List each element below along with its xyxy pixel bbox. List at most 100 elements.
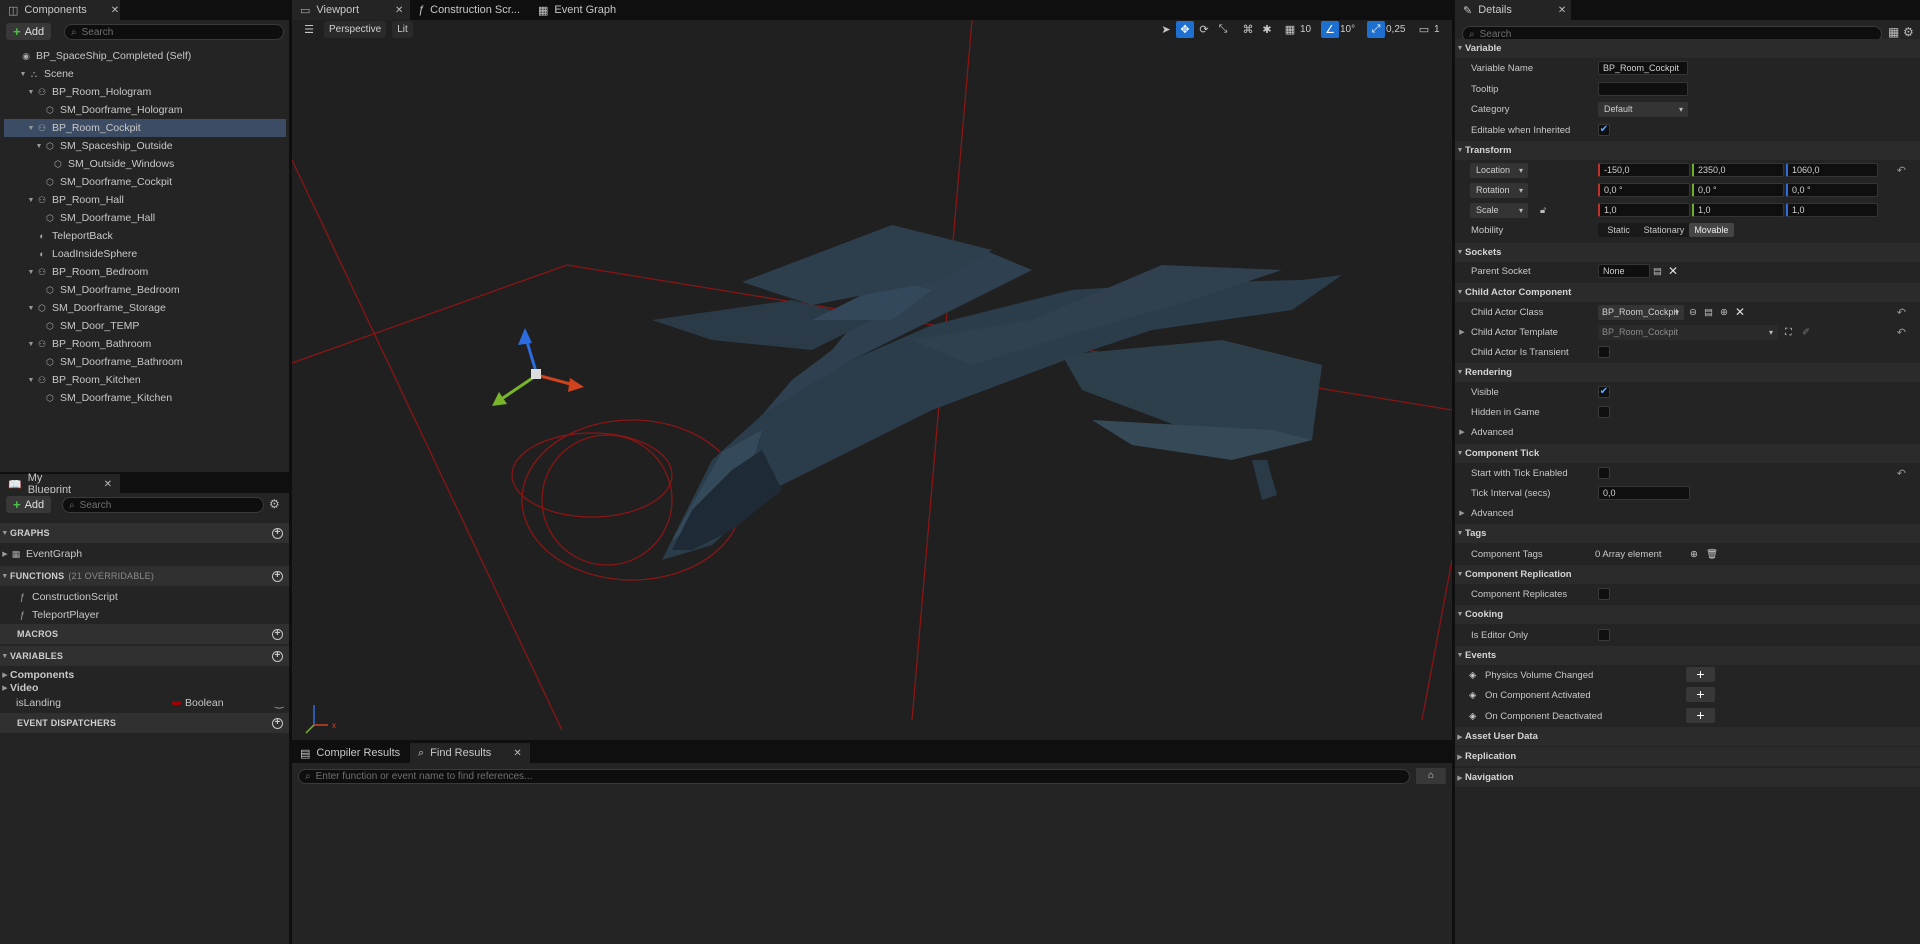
blueprint-search-input[interactable]: ⌕ Search <box>62 497 264 513</box>
scale-snap-value[interactable]: 0,25 <box>1386 24 1412 35</box>
add-dispatcher-icon[interactable]: + <box>272 717 283 729</box>
expand-arrow-icon[interactable]: ▼ <box>26 197 36 204</box>
find-global-binoculars-icon[interactable]: ⌂ <box>1416 768 1446 784</box>
category-sockets[interactable]: ▼ Sockets <box>1455 243 1920 262</box>
add-graph-icon[interactable]: + <box>272 527 283 539</box>
expand-arrow-icon[interactable]: ▼ <box>18 71 28 78</box>
add-function-icon[interactable]: + <box>272 570 283 582</box>
category-cooking[interactable]: ▼ Cooking <box>1455 605 1920 624</box>
expand-arrow-icon[interactable]: ▼ <box>26 125 36 132</box>
focus-frame-icon[interactable]: ⛶ <box>1785 327 1792 338</box>
location-dropdown[interactable]: Location ▾ <box>1470 162 1528 178</box>
mobility-stationary-button[interactable]: Stationary <box>1639 223 1688 237</box>
mobility-movable-button[interactable]: Movable <box>1688 223 1734 237</box>
category-replication[interactable]: ▶ Replication <box>1455 747 1920 766</box>
rotation-dropdown[interactable]: Rotation ▾ <box>1470 182 1528 198</box>
component-tree-item[interactable]: ▼ ⛬ Scene <box>4 65 286 83</box>
reset-arrow-icon[interactable]: ↶ <box>1897 306 1906 319</box>
child-actor-template-dropdown[interactable]: BP_Room_Cockpit ▾ <box>1598 324 1778 340</box>
location-x-field[interactable]: -150,0 <box>1598 163 1690 177</box>
component-tree-item[interactable]: ◐ LoadInsideSphere <box>4 245 286 263</box>
component-tree-item[interactable]: ⬡ SM_Doorframe_Kitchen <box>4 389 286 407</box>
scale-z-field[interactable]: 1,0 <box>1786 203 1878 217</box>
hamburger-menu-icon[interactable]: ☰ <box>300 21 318 38</box>
tab-viewport[interactable]: ▭ Viewport ✕ <box>292 0 410 20</box>
construction-script-item[interactable]: ƒ ConstructionScript <box>0 588 289 606</box>
select-arrow-icon[interactable]: ➤ <box>1157 21 1175 38</box>
clear-x-icon[interactable]: ✕ <box>1668 264 1678 278</box>
close-icon[interactable]: ✕ <box>1558 5 1566 16</box>
category-events[interactable]: ▼ Events <box>1455 646 1920 665</box>
scale-x-field[interactable]: 1,0 <box>1598 203 1690 217</box>
expand-arrow-icon[interactable]: ▼ <box>26 377 36 384</box>
tab-my-blueprint[interactable]: 📖 My Blueprint ✕ <box>0 472 120 496</box>
find-results-search-input[interactable]: ⌕ Enter function or event name to find r… <box>298 769 1410 784</box>
trash-icon[interactable]: 🗑︎ <box>1706 549 1718 560</box>
child-actor-transient-checkbox[interactable] <box>1598 346 1610 358</box>
parent-socket-field[interactable]: None <box>1598 264 1650 278</box>
expand-arrow-icon[interactable]: ▼ <box>34 143 44 150</box>
viewport[interactable]: x ☰ Perspective Lit ➤ ✥ ⟳ ⤡ ⌘ ✱ ▦ 10 ∠ 1… <box>292 20 1452 740</box>
start-tick-checkbox[interactable] <box>1598 467 1610 479</box>
hidden-in-game-checkbox[interactable] <box>1598 406 1610 418</box>
add-event-deactivated-button[interactable]: + <box>1686 708 1715 723</box>
location-z-field[interactable]: 1060,0 <box>1786 163 1878 177</box>
tick-interval-field[interactable]: 0,0 <box>1598 486 1690 500</box>
grid-snap-value[interactable]: 10 <box>1300 24 1316 35</box>
perspective-button[interactable]: Perspective <box>324 21 387 38</box>
scale-snap-icon[interactable]: ⤢ <box>1367 21 1385 38</box>
surface-snap-icon[interactable]: ✱ <box>1258 21 1276 38</box>
table-view-icon[interactable]: ▦ <box>1888 25 1899 39</box>
use-selected-icon[interactable]: ⊖ <box>1689 307 1697 318</box>
rotation-x-field[interactable]: 0,0 ° <box>1598 183 1690 197</box>
macros-section[interactable]: MACROS + <box>0 624 289 644</box>
reset-arrow-icon[interactable]: ↶ <box>1897 326 1906 339</box>
folder-browse-icon[interactable]: ▤ <box>1653 266 1662 277</box>
reset-arrow-icon[interactable]: ↶ <box>1897 467 1906 480</box>
rotate-icon[interactable]: ⟳ <box>1195 21 1213 38</box>
event-dispatchers-section[interactable]: EVENT DISPATCHERS + <box>0 713 289 733</box>
blueprint-add-button[interactable]: + Add <box>6 496 52 513</box>
camera-speed-value[interactable]: 1 <box>1434 24 1440 35</box>
reset-arrow-icon[interactable]: ↶ <box>1897 164 1906 177</box>
rotation-y-field[interactable]: 0,0 ° <box>1692 183 1784 197</box>
add-event-physics-button[interactable]: + <box>1686 667 1715 682</box>
rotation-snap-value[interactable]: 10° <box>1340 24 1362 35</box>
component-tree-item[interactable]: ⬡ SM_Doorframe_Bathroom <box>4 353 286 371</box>
add-element-icon[interactable]: ⊕ <box>1690 549 1698 560</box>
functions-section[interactable]: ▼ FUNCTIONS (21 OVERRIDABLE) + <box>0 566 289 586</box>
category-component-replication[interactable]: ▼ Component Replication <box>1455 565 1920 584</box>
mobility-static-button[interactable]: Static <box>1598 223 1639 237</box>
rotation-z-field[interactable]: 0,0 ° <box>1786 183 1878 197</box>
close-icon[interactable]: ✕ <box>104 479 112 490</box>
tab-event-graph[interactable]: ▦ Event Graph <box>530 0 640 20</box>
variable-row[interactable]: isLanding Boolean ‿ <box>0 694 289 712</box>
component-tree-item[interactable]: ▼ ⚇ BP_Room_Bathroom <box>4 335 286 353</box>
scale-y-field[interactable]: 1,0 <box>1692 203 1784 217</box>
expand-arrow-icon[interactable]: ▼ <box>26 305 36 312</box>
component-tree-item[interactable]: ▼ ⬡ SM_Doorframe_Storage <box>4 299 286 317</box>
add-new-icon[interactable]: ⊕ <box>1720 307 1728 318</box>
component-tree-item[interactable]: ⬡ SM_Doorframe_Bedroom <box>4 281 286 299</box>
child-actor-class-dropdown[interactable]: BP_Room_Cockpit ▾ <box>1598 304 1684 320</box>
close-icon[interactable]: ✕ <box>513 748 521 759</box>
component-tree-item[interactable]: ⬡ SM_Doorframe_Hologram <box>4 101 286 119</box>
category-dropdown[interactable]: Default ▾ <box>1598 101 1688 117</box>
expand-arrow-icon[interactable]: ▼ <box>26 89 36 96</box>
component-replicates-checkbox[interactable] <box>1598 588 1610 600</box>
teleport-player-item[interactable]: ƒ TeleportPlayer <box>0 606 289 624</box>
component-tree-item[interactable]: ◉ BP_SpaceShip_Completed (Self) <box>4 47 286 65</box>
category-transform[interactable]: ▼ Transform <box>1455 141 1920 160</box>
scale-dropdown[interactable]: Scale ▾ <box>1470 202 1528 218</box>
lit-button[interactable]: Lit <box>392 21 413 38</box>
add-macro-icon[interactable]: + <box>272 628 283 640</box>
component-tree-item[interactable]: ▼ ⚇ BP_Room_Bedroom <box>4 263 286 281</box>
eye-icon[interactable]: ‿ <box>275 697 283 709</box>
close-icon[interactable]: ✕ <box>395 5 403 16</box>
component-tree-item[interactable]: ▼ ⚇ BP_Room_Kitchen <box>4 371 286 389</box>
variables-section[interactable]: ▼ VARIABLES + <box>0 646 289 666</box>
component-tree-item[interactable]: ⬡ SM_Doorframe_Cockpit <box>4 173 286 191</box>
category-variable[interactable]: ▼ Variable <box>1455 39 1920 58</box>
editor-only-checkbox[interactable] <box>1598 629 1610 641</box>
rotation-snap-icon[interactable]: ∠ <box>1321 21 1339 38</box>
